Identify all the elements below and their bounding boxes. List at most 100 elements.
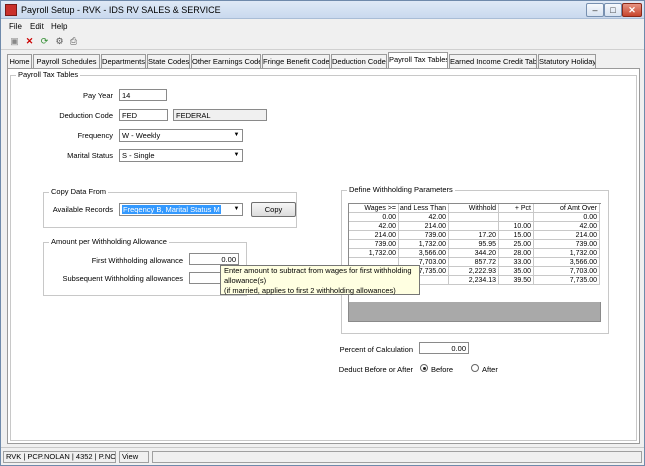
- tab-statutory-holidays[interactable]: Statutory Holidays: [538, 54, 596, 68]
- grid-cell[interactable]: 3,566.00: [399, 249, 449, 258]
- marital-status-value: S - Single: [122, 151, 155, 160]
- chevron-down-icon[interactable]: ▼: [231, 130, 242, 141]
- percent-calculation-field[interactable]: 0.00: [419, 342, 469, 354]
- menu-bar: File Edit Help: [1, 20, 644, 34]
- available-records-select[interactable]: Freqency B, Marital Status M ▼: [119, 203, 243, 216]
- tooltip-line-3: (if married, applies to first 2 withhold…: [224, 286, 396, 295]
- grid-cell[interactable]: 25.00: [499, 240, 534, 249]
- tab-earned-income-credit-table[interactable]: Earned Income Credit Table: [449, 54, 537, 68]
- minimize-button[interactable]: –: [586, 3, 604, 17]
- title-bar: Payroll Setup - RVK - IDS RV SALES & SER…: [1, 1, 644, 19]
- window-title: Payroll Setup - RVK - IDS RV SALES & SER…: [21, 5, 221, 15]
- first-allowance-field[interactable]: 0.00: [189, 253, 239, 265]
- tab-strip: Home Payroll Schedules Departments State…: [7, 52, 640, 68]
- grid-cell[interactable]: 739.00: [534, 240, 600, 249]
- tab-other-earnings-codes[interactable]: Other Earnings Codes: [191, 54, 261, 68]
- marital-status-label: Marital Status: [67, 151, 113, 160]
- grid-cell[interactable]: 344.20: [449, 249, 499, 258]
- copy-button[interactable]: Copy: [251, 202, 296, 217]
- grid-cell[interactable]: 39.50: [499, 276, 534, 285]
- grid-cell[interactable]: 42.00: [399, 213, 449, 222]
- grid-cell[interactable]: 1,732.00: [349, 249, 399, 258]
- save-icon[interactable]: ▣: [9, 36, 20, 47]
- tooltip-line-1: Enter amount to subtract from wages for …: [224, 266, 412, 275]
- grid-cell[interactable]: 42.00: [349, 222, 399, 231]
- allowance-group: Amount per Withholding Allowance: [43, 237, 247, 296]
- app-icon: [5, 4, 17, 16]
- grid-cell[interactable]: 28.00: [499, 249, 534, 258]
- menu-help[interactable]: Help: [51, 22, 67, 31]
- grid-cell[interactable]: 214.00: [349, 231, 399, 240]
- grid-cell[interactable]: 857.72: [449, 258, 499, 267]
- frequency-value: W - Weekly: [122, 131, 161, 140]
- tab-payroll-schedules[interactable]: Payroll Schedules: [33, 54, 100, 68]
- tab-payroll-tax-tables[interactable]: Payroll Tax Tables: [388, 52, 448, 68]
- tab-departments[interactable]: Departments: [101, 54, 146, 68]
- grid-cell[interactable]: 7,703.00: [534, 267, 600, 276]
- refresh-icon[interactable]: ⟳: [39, 36, 50, 47]
- first-allowance-label: First Withholding allowance: [91, 256, 183, 265]
- close-button[interactable]: ✕: [622, 3, 642, 17]
- tooltip-line-2: allowance(s): [224, 276, 267, 285]
- deduction-code-label: Deduction Code: [59, 111, 113, 120]
- withholding-title: Define Withholding Parameters: [347, 185, 455, 194]
- chevron-down-icon[interactable]: ▼: [231, 204, 242, 215]
- pay-year-field[interactable]: 14: [119, 89, 167, 101]
- grid-cell[interactable]: 95.95: [449, 240, 499, 249]
- grid-cell[interactable]: 214.00: [534, 231, 600, 240]
- grid-cell[interactable]: 7,735.00: [534, 276, 600, 285]
- grid-cell[interactable]: 739.00: [399, 231, 449, 240]
- deduction-name-field: FEDERAL: [173, 109, 267, 121]
- before-radio[interactable]: [420, 364, 428, 372]
- status-bar: RVK | PCP.NOLAN | 4352 | P.NOLAN View: [1, 447, 644, 465]
- deduction-code-field[interactable]: FED: [119, 109, 168, 121]
- grid-cell[interactable]: 214.00: [399, 222, 449, 231]
- settings-icon[interactable]: ⚙: [54, 36, 65, 47]
- grid-cell[interactable]: [449, 222, 499, 231]
- grid-cell[interactable]: 10.00: [499, 222, 534, 231]
- tab-state-codes[interactable]: State Codes: [147, 54, 190, 68]
- grid-cell[interactable]: 35.00: [499, 267, 534, 276]
- grid-cell[interactable]: 15.00: [499, 231, 534, 240]
- panel-title: Payroll Tax Tables: [16, 70, 81, 79]
- menu-file[interactable]: File: [9, 22, 22, 31]
- available-records-value: Freqency B, Marital Status M: [122, 205, 221, 214]
- copy-data-title: Copy Data From: [49, 187, 109, 196]
- grid-cell[interactable]: [449, 213, 499, 222]
- status-empty-pane: [152, 451, 642, 463]
- grid-cell[interactable]: 2,234.13: [449, 276, 499, 285]
- allowance-tooltip: Enter amount to subtract from wages for …: [220, 265, 420, 295]
- allowance-title: Amount per Withholding Allowance: [49, 237, 169, 246]
- after-radio-label: After: [482, 365, 498, 374]
- grid-cell[interactable]: 2,222.93: [449, 267, 499, 276]
- grid-cell[interactable]: 739.00: [349, 240, 399, 249]
- grid-cell[interactable]: [499, 213, 534, 222]
- maximize-button[interactable]: □: [604, 3, 622, 17]
- withholding-grid[interactable]: Wages >= and Less Than Withhold + Pct of Amt…: [348, 203, 602, 322]
- grid-column-header: of Amt Over: [534, 204, 600, 213]
- grid-cell[interactable]: 33.00: [499, 258, 534, 267]
- frequency-select[interactable]: W - Weekly ▼: [119, 129, 243, 142]
- tab-deduction-codes[interactable]: Deduction Codes: [331, 54, 387, 68]
- grid-column-header: Wages >=: [349, 204, 399, 213]
- chevron-down-icon[interactable]: ▼: [231, 150, 242, 161]
- grid-column-header: + Pct: [499, 204, 534, 213]
- delete-icon[interactable]: ✕: [24, 36, 35, 47]
- after-radio[interactable]: [471, 364, 479, 372]
- grid-cell[interactable]: 17.20: [449, 231, 499, 240]
- grid-cell[interactable]: 1,732.00: [534, 249, 600, 258]
- grid-cell[interactable]: 0.00: [534, 213, 600, 222]
- status-mode: View: [119, 451, 149, 463]
- menu-edit[interactable]: Edit: [30, 22, 44, 31]
- marital-status-select[interactable]: S - Single ▼: [119, 149, 243, 162]
- grid-cell[interactable]: 3,566.00: [534, 258, 600, 267]
- grid-column-header: and Less Than: [399, 204, 449, 213]
- before-radio-label: Before: [431, 365, 454, 374]
- frequency-label: Frequency: [77, 131, 113, 140]
- grid-cell[interactable]: 1,732.00: [399, 240, 449, 249]
- tab-fringe-benefit-codes[interactable]: Fringe Benefit Codes: [262, 54, 330, 68]
- tab-home[interactable]: Home: [7, 54, 32, 68]
- grid-cell[interactable]: 42.00: [534, 222, 600, 231]
- grid-cell[interactable]: 0.00: [349, 213, 399, 222]
- print-icon[interactable]: ⎙: [68, 36, 79, 47]
